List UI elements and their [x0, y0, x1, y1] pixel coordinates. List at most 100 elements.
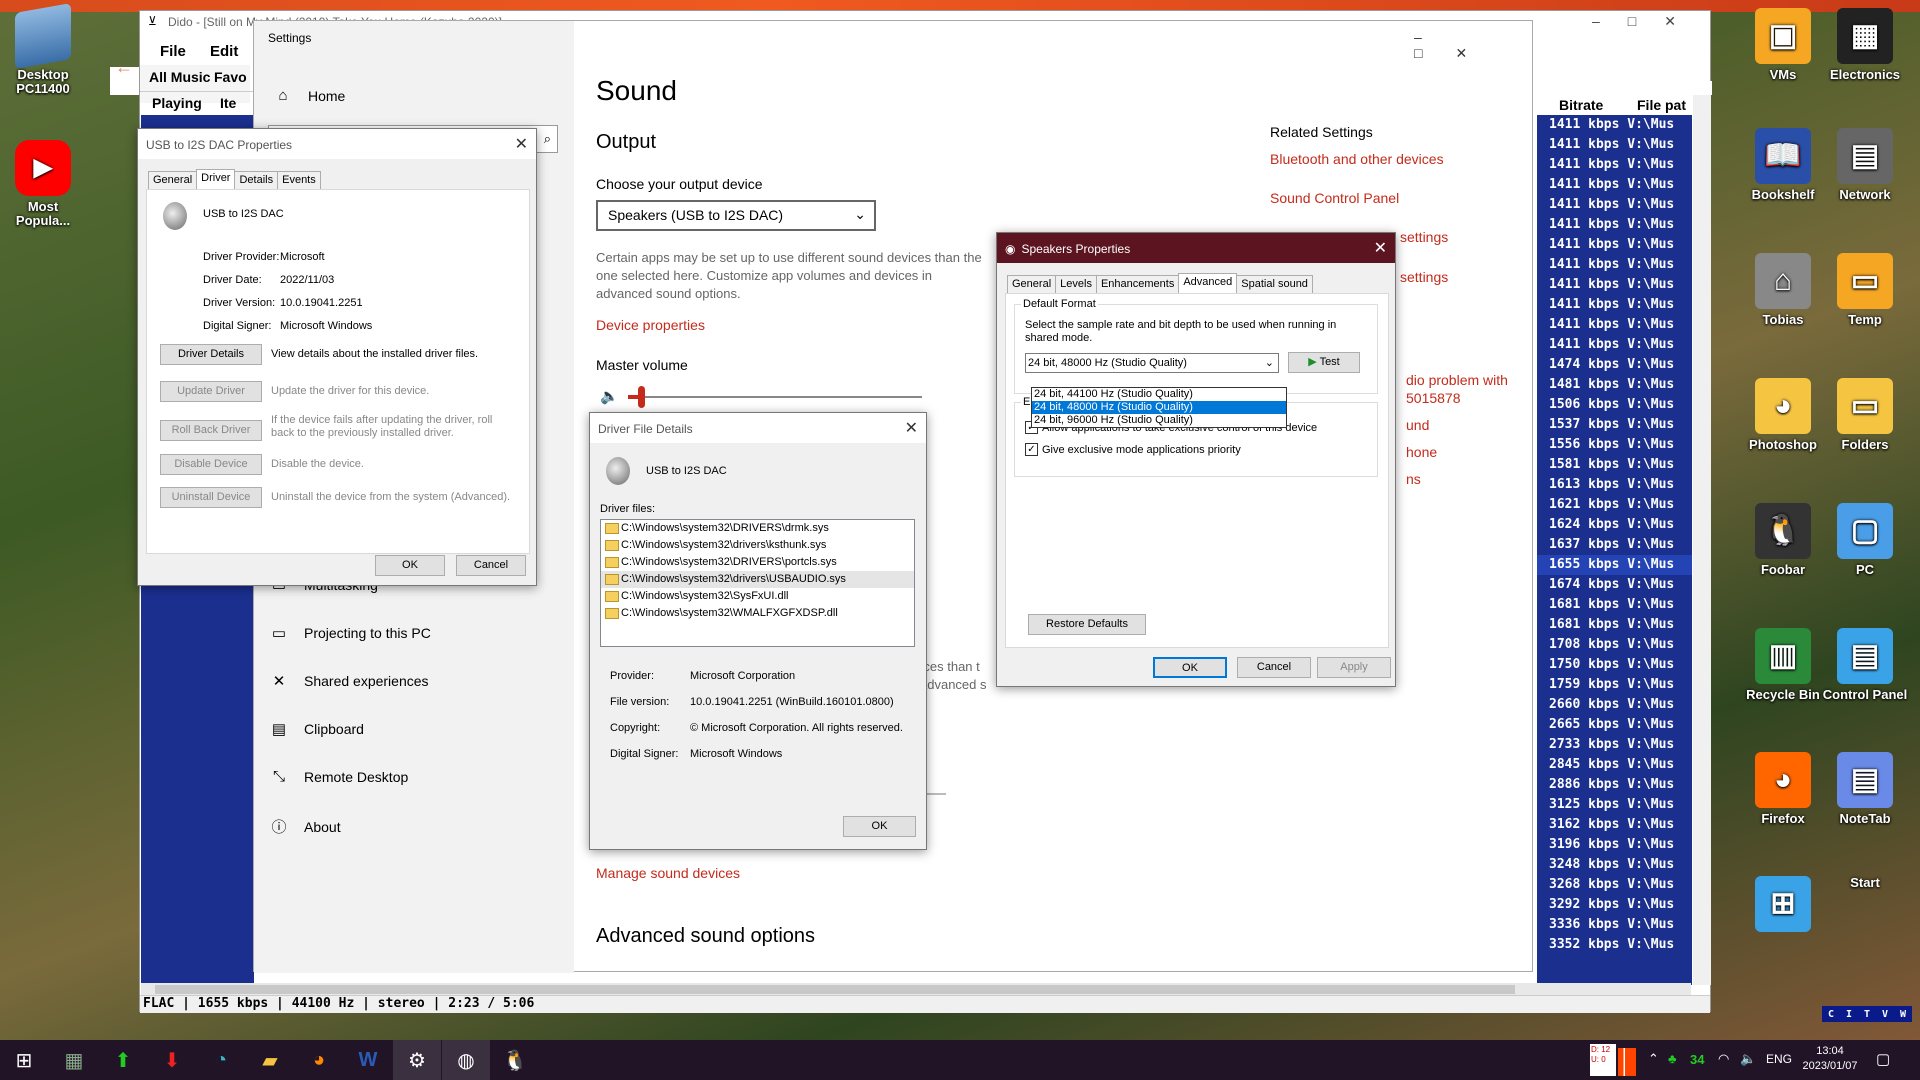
- volume-slider[interactable]: [628, 386, 922, 408]
- taskbar-edge[interactable]: ◔: [197, 1040, 245, 1080]
- taskbar-player[interactable]: ◍: [442, 1040, 490, 1080]
- table-row[interactable]: 1750 kbps V:\Mus: [1537, 655, 1692, 675]
- chevron-up-icon[interactable]: ⌃: [1648, 1051, 1659, 1067]
- driver-file-details-dialog[interactable]: Driver File Details ✕ USB to I2S DAC Driv…: [589, 412, 927, 850]
- table-row[interactable]: 1674 kbps V:\Mus: [1537, 575, 1692, 595]
- tray-leaf-icon[interactable]: ♣: [1668, 1051, 1677, 1066]
- back-arrow-icon[interactable]: ←: [115, 57, 133, 78]
- taskbar-firefox[interactable]: ◕: [295, 1040, 343, 1080]
- menu-file[interactable]: File: [160, 43, 186, 60]
- desktop-icon-electronics[interactable]: ▦ Electronics: [1822, 8, 1908, 82]
- nav-shared-experiences[interactable]: ✕ Shared experiences: [268, 672, 429, 690]
- tab-enhancements[interactable]: Enhancements: [1095, 275, 1180, 293]
- list-item[interactable]: C:\Windows\system32\SysFxUI.dll: [601, 588, 914, 605]
- table-row[interactable]: 1621 kbps V:\Mus: [1537, 495, 1692, 515]
- cpu-meter-icon[interactable]: [1618, 1048, 1636, 1076]
- taskbar-download[interactable]: ⬇: [148, 1040, 196, 1080]
- table-row[interactable]: 3125 kbps V:\Mus: [1537, 795, 1692, 815]
- apply-button[interactable]: Apply: [1317, 657, 1391, 678]
- dropdown-option[interactable]: 24 bit, 48000 Hz (Studio Quality): [1032, 401, 1286, 414]
- close-icon[interactable]: ✕: [1374, 238, 1387, 258]
- ok-button[interactable]: OK: [843, 816, 916, 837]
- test-button[interactable]: ▶ Test: [1288, 352, 1360, 373]
- list-item[interactable]: C:\Windows\system32\DRIVERS\portcls.sys: [601, 554, 914, 571]
- cancel-button[interactable]: Cancel: [1237, 657, 1311, 678]
- desktop-icon-bookshelf[interactable]: 📖 Bookshelf: [1740, 128, 1826, 202]
- table-row[interactable]: 1411 kbps V:\Mus: [1537, 235, 1692, 255]
- tab-driver[interactable]: Driver: [196, 169, 236, 189]
- table-row[interactable]: 1411 kbps V:\Mus: [1537, 195, 1692, 215]
- table-row[interactable]: 1411 kbps V:\Mus: [1537, 175, 1692, 195]
- speakers-properties-dialog[interactable]: ◉ Speakers Properties ✕ General Levels En…: [996, 232, 1396, 687]
- table-row[interactable]: 2733 kbps V:\Mus: [1537, 735, 1692, 755]
- list-item[interactable]: C:\Windows\system32\drivers\ksthunk.sys: [601, 537, 914, 554]
- drive-meter[interactable]: D: 12 U: 0: [1590, 1044, 1616, 1076]
- desktop-icon-foobar[interactable]: 🐧 Foobar: [1740, 503, 1826, 577]
- table-row[interactable]: 3268 kbps V:\Mus: [1537, 875, 1692, 895]
- table-row[interactable]: 1481 kbps V:\Mus: [1537, 375, 1692, 395]
- output-device-select[interactable]: Speakers (USB to I2S DAC) ⌄: [596, 200, 876, 231]
- cancel-button[interactable]: Cancel: [456, 555, 526, 576]
- table-row[interactable]: 3336 kbps V:\Mus: [1537, 915, 1692, 935]
- taskbar-word[interactable]: W: [344, 1040, 392, 1080]
- restore-defaults-button[interactable]: Restore Defaults: [1028, 614, 1146, 635]
- taskbar-explorer[interactable]: ▰: [246, 1040, 294, 1080]
- list-item[interactable]: C:\Windows\system32\WMALFXGFXDSP.dll: [601, 605, 914, 622]
- close-icon[interactable]: ✕: [515, 134, 528, 154]
- subtab-items[interactable]: Ite: [220, 95, 236, 111]
- volume-icon[interactable]: 🔈: [1740, 1051, 1756, 1067]
- volume-thumb[interactable]: [638, 386, 645, 408]
- partial-link-5[interactable]: ns: [1406, 471, 1421, 487]
- format-select[interactable]: 24 bit, 48000 Hz (Studio Quality) ⌄: [1025, 353, 1279, 373]
- table-row[interactable]: 1637 kbps V:\Mus: [1537, 535, 1692, 555]
- partial-link-4[interactable]: hone: [1406, 444, 1437, 460]
- mini-i[interactable]: I: [1846, 1009, 1852, 1020]
- exclusive-priority-checkbox[interactable]: ✓ Give exclusive mode applications priori…: [1025, 443, 1241, 456]
- taskbar-foobar[interactable]: 🐧: [491, 1040, 539, 1080]
- table-row[interactable]: 1506 kbps V:\Mus: [1537, 395, 1692, 415]
- desktop-icon-pc[interactable]: ▢ PC: [1822, 503, 1908, 577]
- tab-details[interactable]: Details: [234, 171, 279, 189]
- notification-icon[interactable]: ▢: [1876, 1050, 1890, 1068]
- desktop-icon-desktop[interactable]: Desktop PC11400: [0, 3, 86, 96]
- table-row[interactable]: 1411 kbps V:\Mus: [1537, 135, 1692, 155]
- device-properties-link[interactable]: Device properties: [596, 317, 705, 333]
- uninstall-device-button[interactable]: Uninstall Device: [160, 487, 262, 508]
- desktop-icon-start[interactable]: Start: [1822, 876, 1908, 890]
- related-link-4[interactable]: settings: [1400, 269, 1448, 285]
- partial-link-1[interactable]: dio problem with: [1406, 372, 1508, 388]
- menu-edit[interactable]: Edit: [210, 43, 238, 60]
- driver-files-list[interactable]: C:\Windows\system32\DRIVERS\drmk.sys C:\W…: [600, 519, 915, 647]
- table-row[interactable]: 1537 kbps V:\Mus: [1537, 415, 1692, 435]
- table-row[interactable]: 1655 kbps V:\Mus: [1537, 555, 1692, 575]
- table-row[interactable]: 1681 kbps V:\Mus: [1537, 595, 1692, 615]
- nav-clipboard[interactable]: ▤ Clipboard: [268, 720, 364, 738]
- nav-projecting[interactable]: ▭ Projecting to this PC: [268, 624, 431, 642]
- table-row[interactable]: 1556 kbps V:\Mus: [1537, 435, 1692, 455]
- nav-remote-desktop[interactable]: ⤡ Remote Desktop: [268, 768, 408, 785]
- table-row[interactable]: 3196 kbps V:\Mus: [1537, 835, 1692, 855]
- tab-favorites[interactable]: Favo: [214, 69, 247, 85]
- table-row[interactable]: 1411 kbps V:\Mus: [1537, 315, 1692, 335]
- table-row[interactable]: 3292 kbps V:\Mus: [1537, 895, 1692, 915]
- desktop-icon-photoshop[interactable]: ◕ Photoshop: [1740, 378, 1826, 452]
- table-row[interactable]: 1581 kbps V:\Mus: [1537, 455, 1692, 475]
- subtab-playing[interactable]: Playing: [140, 92, 220, 111]
- language-indicator[interactable]: ENG: [1766, 1052, 1792, 1066]
- bluetooth-link[interactable]: Bluetooth and other devices: [1270, 151, 1444, 167]
- taskbar-settings[interactable]: ⚙: [393, 1040, 441, 1080]
- mini-launcher-bar[interactable]: C I T V W: [1822, 1006, 1912, 1022]
- desktop-icon-notetab[interactable]: ▤ NoteTab: [1822, 752, 1908, 826]
- desktop-icon-network[interactable]: ▤ Network: [1822, 128, 1908, 202]
- tab-events[interactable]: Events: [277, 171, 321, 189]
- table-row[interactable]: 1411 kbps V:\Mus: [1537, 335, 1692, 355]
- tab-general[interactable]: General: [1007, 275, 1057, 293]
- desktop-icon-temp[interactable]: ▭ Temp: [1822, 253, 1908, 327]
- partial-link-2[interactable]: 5015878: [1406, 390, 1461, 406]
- table-row[interactable]: 1411 kbps V:\Mus: [1537, 295, 1692, 315]
- list-item[interactable]: C:\Windows\system32\drivers\USBAUDIO.sys: [601, 571, 914, 588]
- playlist-scrollbar[interactable]: [1693, 95, 1711, 985]
- dropdown-option[interactable]: 24 bit, 44100 Hz (Studio Quality): [1032, 388, 1286, 401]
- mini-v[interactable]: V: [1882, 1009, 1888, 1020]
- table-row[interactable]: 1474 kbps V:\Mus: [1537, 355, 1692, 375]
